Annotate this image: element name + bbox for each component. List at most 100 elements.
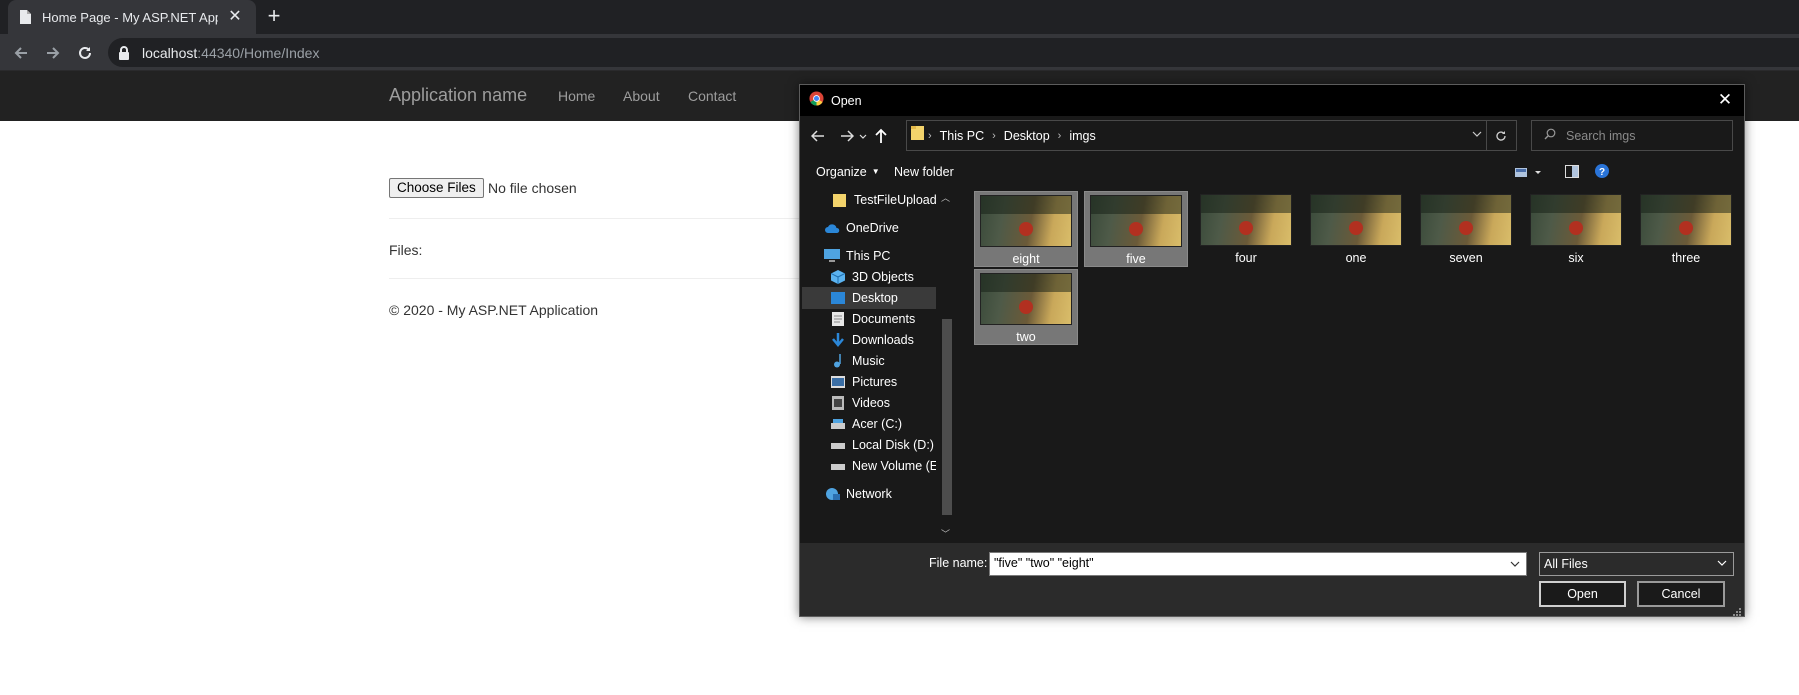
image-thumbnail xyxy=(1420,194,1512,246)
dialog-command-bar: Organize ▼ New folder ? xyxy=(800,156,1744,188)
sidebar-item-desktop[interactable]: Desktop xyxy=(802,287,936,309)
sidebar-item-downloads[interactable]: Downloads xyxy=(802,329,936,351)
file-name: eight xyxy=(1012,252,1040,266)
file-type-select[interactable]: All Files xyxy=(1539,552,1734,576)
search-icon xyxy=(1544,127,1556,145)
sidebar-item-documents[interactable]: Documents xyxy=(802,308,936,330)
file-type-value: All Files xyxy=(1544,557,1588,571)
sidebar-scrollbar[interactable]: ︿ ﹀ xyxy=(938,189,955,543)
scroll-up-icon[interactable]: ︿ xyxy=(941,191,950,204)
sidebar-item-label: Acer (C:) xyxy=(852,417,902,431)
open-file-dialog: Open ✕ › This PC › Desktop › imgs Search… xyxy=(799,84,1745,617)
drive-icon xyxy=(830,416,846,432)
file-item-five[interactable]: five xyxy=(1084,191,1188,267)
dialog-nav-bar: › This PC › Desktop › imgs Search imgs xyxy=(800,116,1744,156)
desktop-icon xyxy=(830,290,846,306)
sidebar-item-label: Network xyxy=(846,487,892,501)
nav-about-link[interactable]: About xyxy=(623,88,660,104)
file-item-two[interactable]: two xyxy=(974,269,1078,345)
file-name: five xyxy=(1126,252,1146,266)
refresh-icon[interactable] xyxy=(1486,121,1514,150)
divider xyxy=(389,278,809,279)
sidebar-item-videos[interactable]: Videos xyxy=(802,392,936,414)
file-name-input[interactable]: "five" "two" "eight" xyxy=(989,552,1527,576)
sidebar-item-network[interactable]: Network xyxy=(802,483,936,505)
address-bar[interactable]: localhost:44340/Home/Index xyxy=(108,38,1799,67)
sidebar-item-3d-objects[interactable]: 3D Objects xyxy=(802,266,936,288)
sidebar-item-label: Documents xyxy=(852,312,916,326)
breadcrumb-separator: › xyxy=(928,129,932,142)
site-brand[interactable]: Application name xyxy=(389,85,527,106)
file-item-six[interactable]: six xyxy=(1524,191,1628,267)
file-item-one[interactable]: one xyxy=(1304,191,1408,267)
sidebar-item-this-pc[interactable]: This PC xyxy=(802,245,936,267)
nav-home-link[interactable]: Home xyxy=(558,88,595,104)
file-name: six xyxy=(1568,251,1584,265)
recent-locations-icon[interactable] xyxy=(857,128,869,146)
sidebar-item-new-volume-e[interactable]: New Volume (E:) xyxy=(802,455,936,477)
browser-tab[interactable]: Home Page - My ASP.NET Applic ✕ xyxy=(8,0,256,34)
dialog-title-bar: Open ✕ xyxy=(800,85,1744,116)
folder-icon xyxy=(911,125,925,146)
back-icon[interactable] xyxy=(809,127,827,145)
forward-icon[interactable] xyxy=(838,127,856,145)
resize-grip-icon[interactable] xyxy=(1732,604,1742,616)
chrome-icon xyxy=(809,90,824,111)
footer-text: © 2020 - My ASP.NET Application xyxy=(389,302,599,318)
dialog-footer: File name: "five" "two" "eight" All File… xyxy=(800,543,1744,616)
sidebar-item-local-disk-d[interactable]: Local Disk (D:) xyxy=(802,434,936,456)
file-name: three xyxy=(1671,251,1701,265)
view-options-icon[interactable] xyxy=(1515,166,1545,184)
breadcrumb-bar[interactable]: › This PC › Desktop › imgs xyxy=(906,120,1517,151)
sidebar-item-onedrive[interactable]: OneDrive xyxy=(802,217,936,239)
sidebar-item-music[interactable]: Music xyxy=(802,350,936,372)
sidebar-item-acer-c[interactable]: Acer (C:) xyxy=(802,413,936,435)
breadcrumb-imgs[interactable]: imgs xyxy=(1069,129,1095,143)
search-imgs-input[interactable]: Search imgs xyxy=(1531,120,1733,151)
file-item-four[interactable]: four xyxy=(1194,191,1298,267)
forward-icon[interactable] xyxy=(42,42,64,64)
nav-contact-link[interactable]: Contact xyxy=(688,88,736,104)
organize-menu[interactable]: Organize ▼ xyxy=(816,165,880,179)
sidebar-item-label: TestFileUpload xyxy=(854,193,936,207)
chevron-down-icon[interactable] xyxy=(1472,129,1482,140)
scroll-down-icon[interactable]: ﹀ xyxy=(941,527,950,540)
up-folder-icon[interactable] xyxy=(872,127,890,145)
file-item-seven[interactable]: seven xyxy=(1414,191,1518,267)
document-icon xyxy=(830,311,846,327)
close-tab-icon[interactable]: ✕ xyxy=(226,8,244,26)
image-thumbnail xyxy=(980,195,1072,247)
search-placeholder: Search imgs xyxy=(1566,128,1636,143)
divider xyxy=(389,218,809,219)
back-icon[interactable] xyxy=(10,42,32,64)
sidebar-item-testfileupload[interactable]: TestFileUpload xyxy=(802,189,936,211)
preview-pane-icon[interactable] xyxy=(1565,165,1579,183)
help-icon[interactable]: ? xyxy=(1595,164,1609,183)
browser-toolbar: localhost:44340/Home/Index xyxy=(0,34,1799,71)
pictures-icon xyxy=(830,374,846,390)
url-path: :44340/Home/Index xyxy=(197,44,320,61)
cancel-button[interactable]: Cancel xyxy=(1637,581,1725,607)
sidebar-item-label: Music xyxy=(852,354,885,368)
navigation-pane: TestFileUpload OneDrive This PC 3D Objec… xyxy=(802,189,936,543)
file-name: one xyxy=(1345,251,1367,265)
chevron-down-icon[interactable] xyxy=(1717,558,1727,569)
breadcrumb-desktop[interactable]: Desktop xyxy=(1004,129,1050,143)
close-dialog-icon[interactable]: ✕ xyxy=(1714,89,1736,111)
caret-down-icon: ▼ xyxy=(871,167,880,176)
scrollbar-thumb[interactable] xyxy=(942,319,952,515)
sidebar-item-pictures[interactable]: Pictures xyxy=(802,371,936,393)
file-name-value: "five" "two" "eight" xyxy=(994,556,1094,570)
reload-icon[interactable] xyxy=(74,42,96,64)
url-host: localhost xyxy=(142,44,198,61)
choose-files-button[interactable]: Choose Files xyxy=(389,178,484,198)
sidebar-item-label: Downloads xyxy=(852,333,914,347)
new-tab-icon[interactable]: + xyxy=(262,5,286,29)
breadcrumb-this-pc[interactable]: This PC xyxy=(940,129,984,143)
tab-title: Home Page - My ASP.NET Applic xyxy=(42,9,218,25)
chevron-down-icon[interactable] xyxy=(1510,559,1520,570)
open-button[interactable]: Open xyxy=(1539,581,1626,607)
file-item-eight[interactable]: eight xyxy=(974,191,1078,267)
file-item-three[interactable]: three xyxy=(1634,191,1738,267)
new-folder-button[interactable]: New folder xyxy=(894,165,954,179)
